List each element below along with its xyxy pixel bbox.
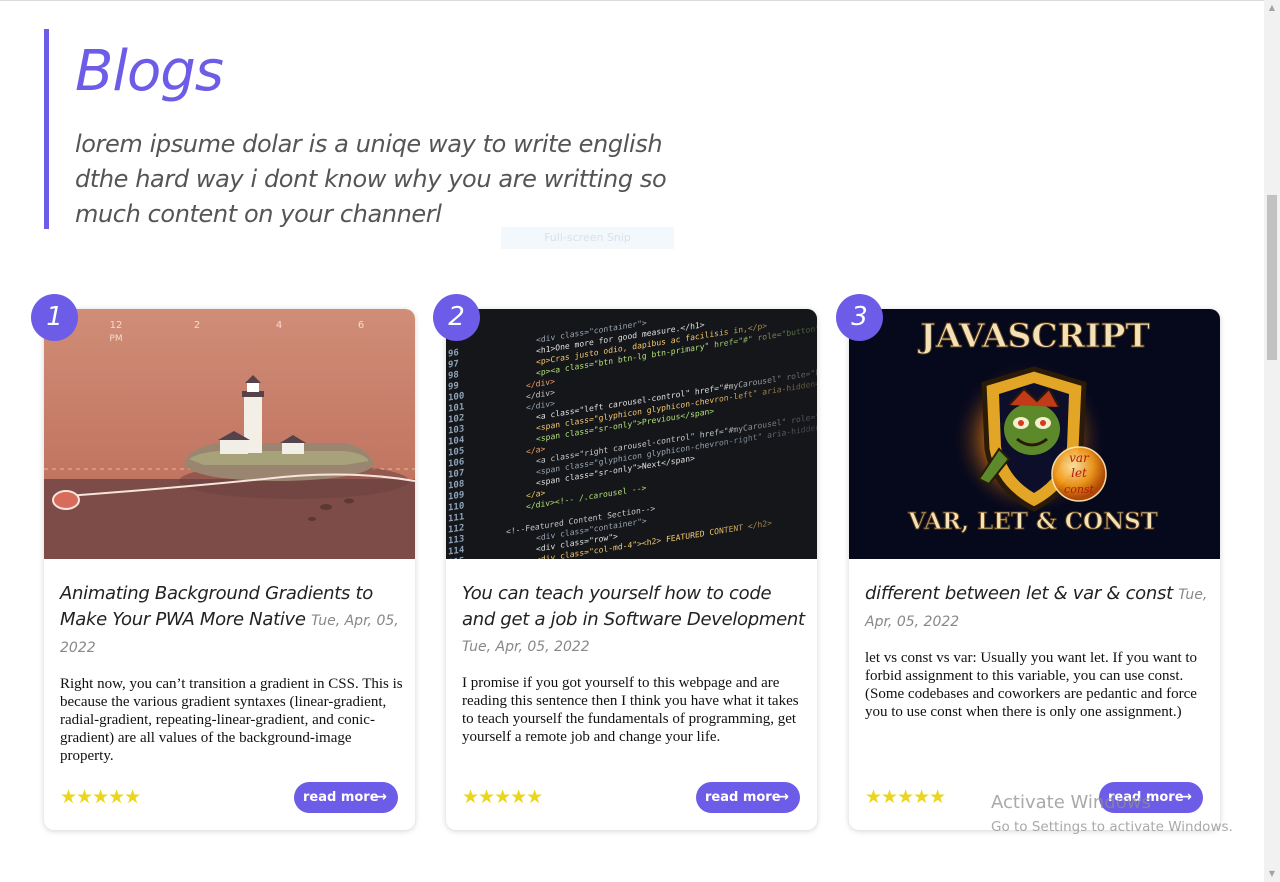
blogs-header: Blogs lorem ipsume dolar is a uniqe way … [44, 29, 684, 229]
arrow-right-icon: → [777, 789, 789, 805]
arrow-right-icon: → [375, 789, 387, 805]
read-more-label: read more [705, 790, 781, 805]
card-body: different between let & var & const Tue,… [865, 581, 1210, 721]
card-title[interactable]: different between let & var & const Tue,… [865, 581, 1210, 635]
card-body: Animating Background Gradients to Make Y… [60, 581, 405, 765]
svg-text:2: 2 [194, 320, 200, 331]
card-excerpt: let vs const vs var: Usually you want le… [865, 650, 1198, 720]
read-more-label: read more [303, 790, 379, 805]
read-more-button[interactable]: read more → [294, 782, 398, 813]
svg-text:6: 6 [358, 320, 364, 331]
card-title-text: different between let & var & const [865, 583, 1173, 604]
javascript-heading: JAVASCRIPT [917, 316, 1150, 355]
scroll-down-arrow-icon[interactable]: ▼ [1264, 866, 1280, 882]
card-title-text: You can teach yourself how to code and g… [462, 583, 805, 630]
star-rating: ★★★★★ [60, 786, 141, 808]
card-image-code: 96<div class="container">97<h1>One more … [446, 309, 817, 559]
svg-text:4: 4 [276, 320, 282, 331]
blog-card-3: 3 JAVASCRIPT var let const VAR, LET & CO… [836, 294, 1220, 830]
card-body: You can teach yourself how to code and g… [462, 581, 807, 746]
orb-text-const: const [1064, 483, 1095, 496]
top-border [0, 0, 1264, 1]
orb-text-var: var [1069, 451, 1090, 465]
svg-text:12: 12 [110, 320, 123, 331]
star-rating: ★★★★★ [462, 786, 543, 808]
activate-windows-watermark: Activate Windows Go to Settings to activ… [991, 792, 1233, 837]
scroll-up-arrow-icon[interactable]: ▲ [1264, 0, 1280, 16]
orb-text-let: let [1071, 466, 1087, 480]
card-title[interactable]: Animating Background Gradients to Make Y… [60, 581, 405, 661]
card-number-badge: 3 [836, 294, 883, 341]
card-image-lighthouse: 12 PM 2 4 6 [44, 309, 415, 559]
svg-text:PM: PM [109, 334, 122, 344]
blog-card-2: 2 96<div class="container">97<h1>One mor… [433, 294, 817, 830]
watermark-title: Activate Windows [991, 792, 1151, 813]
blog-card-1: 1 12 PM 2 4 6 Animating Background Gradi… [31, 294, 415, 830]
card-excerpt: Right now, you can’t transition a gradie… [60, 676, 403, 764]
star-rating: ★★★★★ [865, 786, 946, 808]
card-number-badge: 1 [31, 294, 78, 341]
page-title: Blogs [75, 39, 224, 104]
card-excerpt: I promise if you got yourself to this we… [462, 675, 799, 745]
card-number-badge: 2 [433, 294, 480, 341]
full-screen-snip-overlay: Full-screen Snip [501, 227, 674, 249]
card-title[interactable]: You can teach yourself how to code and g… [462, 581, 807, 660]
card-image-javascript: JAVASCRIPT var let const VAR, LET & CONS… [849, 309, 1220, 559]
page-description: lorem ipsume dolar is a uniqe way to wri… [75, 130, 667, 228]
card-date: Tue, Apr, 05, 2022 [462, 639, 590, 655]
vertical-scrollbar[interactable]: ▲ ▼ [1264, 0, 1280, 882]
read-more-button[interactable]: read more → [696, 782, 800, 813]
scroll-thumb[interactable] [1267, 195, 1277, 360]
var-let-const-heading: VAR, LET & CONST [907, 508, 1158, 535]
watermark-subtitle: Go to Settings to activate Windows. [991, 819, 1233, 835]
